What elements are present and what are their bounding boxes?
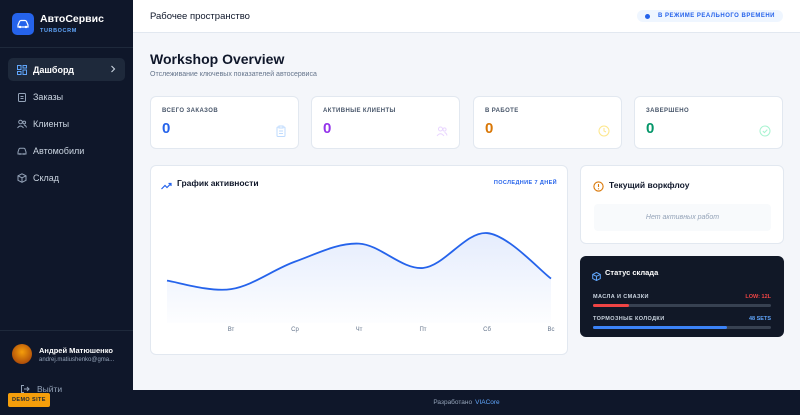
- brand[interactable]: АвтоСервис TURBOCRM: [0, 0, 133, 48]
- sidebar-item-clients[interactable]: Клиенты: [8, 112, 125, 135]
- x-tick-label: Чт: [356, 327, 363, 333]
- alert-circle-icon: [593, 179, 604, 192]
- activity-chart: Вт Ср Чт Пт Сб Вс: [166, 232, 555, 333]
- demo-badge: DEMO SITE: [8, 393, 50, 407]
- top-header: Рабочее пространство В РЕЖИМЕ РЕАЛЬНОГО …: [133, 0, 800, 33]
- sidebar-item-orders[interactable]: Заказы: [8, 85, 125, 108]
- sidebar-item-label: Дашборд: [33, 64, 74, 75]
- stat-label: ЗАВЕРШЕНО: [646, 108, 690, 114]
- cube-icon: [592, 268, 601, 282]
- user-name: Андрей Матюшенко: [39, 345, 113, 355]
- check-circle-icon: [759, 124, 771, 137]
- user-email: andrej.matiushenko@gma...: [39, 356, 115, 363]
- stat-value: 0: [646, 120, 655, 137]
- clipboard-icon: [275, 124, 287, 137]
- workspace-title: Рабочее пространство: [150, 10, 250, 22]
- brand-subtitle: TURBOCRM: [40, 28, 77, 34]
- x-tick-label: Вт: [228, 327, 235, 333]
- avatar: [12, 344, 32, 364]
- activity-chart-card: График активности ПОСЛЕДНИЕ 7 ДНЕЙ Вт Ср Ч…: [150, 165, 568, 355]
- x-tick-label: Вс: [547, 327, 554, 333]
- stat-card-active-clients[interactable]: АКТИВНЫЕ КЛИЕНТЫ 0: [311, 96, 460, 149]
- footer-text: Разработано: [433, 399, 473, 406]
- sidebar-item-label: Заказы: [33, 91, 64, 102]
- workflow-empty-state: Нет активных работ: [594, 204, 771, 231]
- stock-row-label: ТОРМОЗНЫЕ КОЛОДКИ: [593, 316, 665, 322]
- car-logo-icon: [12, 12, 34, 35]
- sidebar-item-label: Склад: [33, 172, 60, 183]
- sidebar-item-warehouse[interactable]: Склад: [8, 166, 125, 189]
- page-title: Workshop Overview: [150, 51, 285, 67]
- x-tick-label: Сб: [483, 327, 491, 333]
- workflow-card: Текущий воркфлоу Нет активных работ: [580, 165, 784, 244]
- footer-link[interactable]: VIACore: [475, 399, 500, 406]
- stat-value: 0: [162, 120, 171, 137]
- dashboard-icon: [17, 64, 27, 75]
- stat-value: 0: [323, 120, 332, 137]
- stock-status-title: Статус склада: [605, 268, 659, 277]
- sidebar-item-dashboard[interactable]: Дашборд: [8, 58, 125, 81]
- stock-row-label: МАСЛА И СМАЗКИ: [593, 294, 649, 300]
- sidebar: АвтоСервис TURBOCRM Дашборд Заказы Клиен…: [0, 0, 133, 415]
- box-icon: [17, 172, 27, 183]
- stat-card-total-orders[interactable]: ВСЕГО ЗАКАЗОВ 0: [150, 96, 299, 149]
- users-icon: [436, 124, 448, 137]
- stock-level-track: [593, 304, 771, 307]
- clipboard-icon: [17, 92, 27, 102]
- stat-card-completed[interactable]: ЗАВЕРШЕНО 0: [634, 96, 783, 149]
- sidebar-item-label: Клиенты: [33, 118, 70, 129]
- footer: Разработано VIACore: [133, 390, 800, 415]
- workflow-title: Текущий воркфлоу: [609, 180, 690, 190]
- user-profile[interactable]: Андрей Матюшенко andrej.matiushenko@gma.…: [0, 330, 133, 377]
- page-subtitle: Отслеживание ключевых показателей автосе…: [150, 71, 317, 78]
- stat-value: 0: [485, 120, 494, 137]
- stock-row-status: 48 SETS: [748, 316, 771, 322]
- stock-level-fill: [593, 304, 629, 307]
- stock-row-oils: МАСЛА И СМАЗКИ LOW: 12L: [593, 294, 771, 307]
- sidebar-item-label: Автомобили: [33, 145, 85, 156]
- stock-status-card: Статус склада МАСЛА И СМАЗКИ LOW: 12L ТО…: [580, 256, 784, 337]
- trending-up-icon: [161, 178, 172, 190]
- stock-level-fill: [593, 326, 727, 329]
- x-tick-label: Ср: [291, 327, 299, 333]
- activity-area: [167, 232, 551, 323]
- x-tick-label: Пт: [419, 327, 426, 333]
- stock-row-status: LOW: 12L: [745, 294, 771, 300]
- live-status-label: В РЕЖИМЕ РЕАЛЬНОГО ВРЕМЕНИ: [658, 13, 775, 19]
- users-icon: [17, 119, 27, 129]
- sidebar-item-cars[interactable]: Автомобили: [8, 139, 125, 162]
- chevron-right-icon: [110, 65, 116, 75]
- live-dot-icon: [645, 13, 651, 19]
- brand-name: АвтоСервис: [40, 13, 104, 25]
- car-icon: [17, 146, 27, 156]
- clock-icon: [598, 124, 610, 137]
- stat-card-in-progress[interactable]: В РАБОТЕ 0: [473, 96, 622, 149]
- main-content: Workshop Overview Отслеживание ключевых …: [133, 33, 800, 390]
- activity-chart-title: График активности: [177, 178, 259, 188]
- live-status-badge: В РЕЖИМЕ РЕАЛЬНОГО ВРЕМЕНИ: [637, 10, 783, 22]
- period-filter[interactable]: ПОСЛЕДНИЕ 7 ДНЕЙ: [494, 180, 557, 186]
- sidebar-nav: Дашборд Заказы Клиенты Автомобили Склад: [0, 48, 133, 203]
- stock-row-brake-pads: ТОРМОЗНЫЕ КОЛОДКИ 48 SETS: [593, 316, 771, 329]
- stat-label: В РАБОТЕ: [485, 108, 519, 114]
- stock-level-track: [593, 326, 771, 329]
- stat-label: ВСЕГО ЗАКАЗОВ: [162, 108, 219, 114]
- stat-label: АКТИВНЫЕ КЛИЕНТЫ: [323, 108, 396, 114]
